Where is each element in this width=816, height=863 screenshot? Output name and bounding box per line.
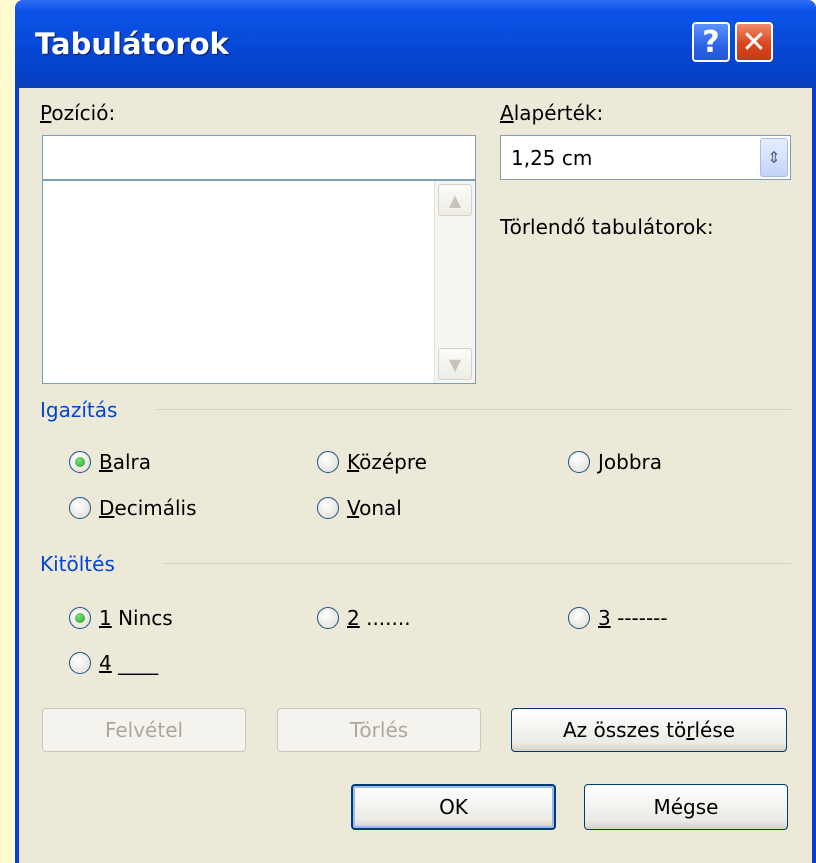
radio-unchecked-icon: [317, 451, 339, 473]
align-center-radio[interactable]: Középre: [317, 450, 427, 474]
default-tab-label: Alapérték:: [500, 101, 604, 125]
align-decimal-radio[interactable]: Decimális: [69, 496, 197, 520]
help-button[interactable]: ?: [692, 22, 730, 62]
radio-unchecked-icon: [568, 451, 590, 473]
leader-dots-label: 2 .......: [347, 606, 411, 630]
align-bar-radio[interactable]: Vonal: [317, 496, 402, 520]
radio-checked-icon: [69, 607, 91, 629]
radio-unchecked-icon: [317, 607, 339, 629]
title-bar[interactable]: Tabulátorok ? ✕: [15, 0, 816, 88]
alignment-group-title: Igazítás: [40, 398, 118, 422]
radio-unchecked-icon: [69, 652, 91, 674]
align-left-radio[interactable]: Balra: [69, 450, 151, 474]
radio-checked-icon: [69, 451, 91, 473]
scroll-up-arrow-icon[interactable]: ▲: [438, 184, 472, 216]
clear-all-label: Az összes törlése: [562, 718, 736, 742]
default-tab-spinbox[interactable]: 1,25 cm ⇕: [500, 135, 791, 180]
tabs-dialog: Tabulátorok ? ✕ Pozíció: ▲ ▼ Alapérték: …: [15, 0, 816, 863]
leader-underline-label: 4 ____: [99, 651, 159, 675]
position-label: Pozíció:: [40, 101, 116, 125]
leader-underline-radio[interactable]: 4 ____: [69, 651, 158, 675]
leader-dashes-label: 3 -------: [598, 606, 668, 630]
align-left-label: Balra: [99, 450, 152, 474]
cancel-button[interactable]: Mégse: [584, 784, 788, 830]
radio-unchecked-icon: [568, 607, 590, 629]
align-right-radio[interactable]: Jobbra: [568, 450, 662, 474]
help-icon: ?: [702, 24, 720, 60]
close-icon: ✕: [741, 24, 767, 60]
clear-button[interactable]: Törlés: [277, 708, 481, 752]
radio-unchecked-icon: [69, 497, 91, 519]
radio-unchecked-icon: [317, 497, 339, 519]
leader-group-title: Kitöltés: [40, 552, 115, 576]
spin-up-down-icon[interactable]: ⇕: [760, 138, 788, 177]
align-right-label: Jobbra: [598, 450, 663, 474]
clear-tabs-label: Törlendő tabulátorok:: [500, 215, 714, 239]
align-center-label: Középre: [347, 450, 427, 474]
leader-dots-radio[interactable]: 2 .......: [317, 606, 411, 630]
dialog-title: Tabulátorok: [35, 27, 229, 61]
alignment-group-divider: [157, 409, 791, 410]
clear-all-button[interactable]: Az összes törlése: [511, 708, 787, 752]
leader-none-radio[interactable]: 1 Nincs: [69, 606, 173, 630]
position-list-scrollbar[interactable]: ▲ ▼: [434, 181, 475, 383]
position-list[interactable]: ▲ ▼: [42, 180, 476, 384]
default-tab-value: 1,25 cm: [511, 146, 593, 170]
dialog-body: Pozíció: ▲ ▼ Alapérték: 1,25 cm ⇕ Törlen…: [19, 88, 812, 863]
align-bar-label: Vonal: [347, 496, 402, 520]
scroll-down-arrow-icon[interactable]: ▼: [438, 348, 472, 380]
align-decimal-label: Decimális: [99, 496, 197, 520]
set-button[interactable]: Felvétel: [42, 708, 246, 752]
leader-none-label: 1 Nincs: [99, 606, 173, 630]
position-label-rest: ozíció:: [51, 101, 116, 125]
leader-dashes-radio[interactable]: 3 -------: [568, 606, 668, 630]
position-input[interactable]: [42, 135, 476, 180]
close-button[interactable]: ✕: [735, 22, 773, 62]
leader-group-divider: [163, 563, 791, 564]
ok-button[interactable]: OK: [351, 784, 556, 830]
